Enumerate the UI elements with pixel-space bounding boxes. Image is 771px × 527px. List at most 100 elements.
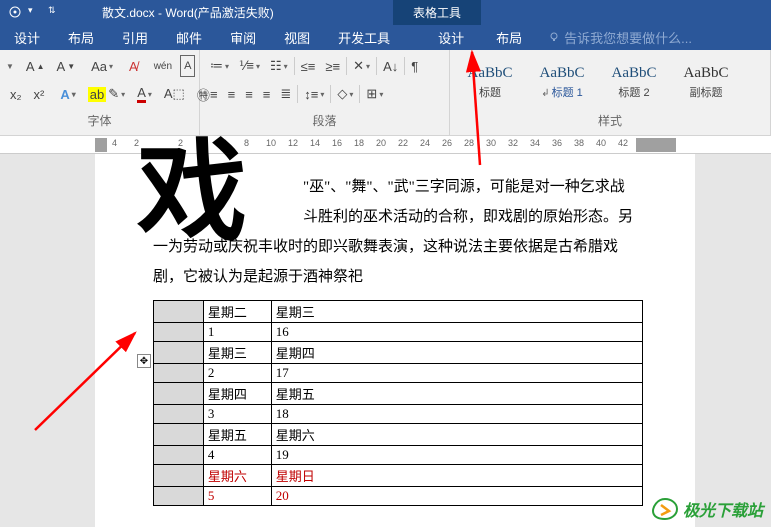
table-cell[interactable]: 16 (271, 323, 642, 342)
bulb-icon (548, 31, 560, 43)
table-cell[interactable] (154, 465, 204, 487)
table-cell[interactable]: 星期五 (203, 424, 271, 446)
styles-group-label: 样式 (456, 112, 764, 131)
table-cell[interactable]: 星期三 (203, 342, 271, 364)
touch-mode-icon[interactable] (8, 5, 22, 19)
table-cell[interactable] (154, 446, 204, 465)
phonetic-guide-button[interactable]: wén (150, 55, 176, 77)
horizontal-ruler[interactable]: 4 2 2 4 6 8 10 12 14 16 18 20 22 24 26 2… (0, 136, 771, 154)
table-cell[interactable]: 1 (203, 323, 271, 342)
table-cell[interactable]: 星期五 (271, 383, 642, 405)
table-row[interactable]: 星期五星期六 (154, 424, 643, 446)
char-shading-button[interactable]: A⬚ (160, 83, 189, 105)
numbering-button[interactable]: ⅟≡▾ (235, 55, 264, 77)
table-row[interactable]: 星期三星期四 (154, 342, 643, 364)
style-title[interactable]: AaBbC 标题 (456, 56, 524, 108)
align-left-button[interactable]: ≡ (206, 83, 222, 105)
multilevel-button[interactable]: ☷▾ (266, 55, 292, 77)
bullets-button[interactable]: ≔▾ (206, 55, 233, 77)
tell-me-search[interactable]: 告诉我您想要做什么... (548, 28, 692, 47)
table-cell[interactable] (154, 301, 204, 323)
table-cell[interactable] (154, 323, 204, 342)
table-cell[interactable]: 18 (271, 405, 642, 424)
sort-button[interactable]: A↓ (379, 55, 402, 77)
style-subtitle[interactable]: AaBbC 副标题 (672, 56, 740, 108)
logo-icon (651, 497, 679, 521)
table-tools-tab: 表格工具 (393, 0, 481, 25)
clear-format-button[interactable]: A̸ (125, 55, 142, 77)
table-row[interactable]: 318 (154, 405, 643, 424)
font-color-button[interactable]: A▾ (133, 83, 156, 105)
table-cell[interactable]: 3 (203, 405, 271, 424)
highlight-button[interactable]: ab✎▾ (84, 83, 129, 105)
shrink-font-button[interactable]: A▼ (53, 55, 80, 77)
table-cell[interactable]: 20 (271, 487, 642, 506)
table-cell[interactable]: 星期三 (271, 301, 642, 323)
table-row[interactable]: 星期四星期五 (154, 383, 643, 405)
title-bar: ▾ ⇅ 散文.docx - Word(产品激活失败) 表格工具 (0, 0, 771, 24)
tab-mailings[interactable]: 邮件 (162, 24, 216, 51)
shading-button[interactable]: ◇▾ (333, 83, 357, 105)
styles-group: AaBbC 标题 AaBbC ↲标题 1 AaBbC 标题 2 AaBbC 副标… (450, 50, 771, 135)
text-direction-button[interactable]: ✕▾ (349, 55, 374, 77)
tab-design[interactable]: 设计 (0, 24, 54, 51)
table-row[interactable]: 419 (154, 446, 643, 465)
font-dropdown-icon[interactable]: ▼ (6, 62, 14, 71)
tab-view[interactable]: 视图 (270, 24, 324, 51)
watermark-logo: 极光下载站 (651, 497, 763, 521)
document-area: 4 2 2 4 6 8 10 12 14 16 18 20 22 24 26 2… (0, 136, 771, 527)
tab-references[interactable]: 引用 (108, 24, 162, 51)
style-heading1[interactable]: AaBbC ↲标题 1 (528, 56, 596, 108)
table-row[interactable]: 星期六星期日 (154, 465, 643, 487)
table-cell[interactable]: 星期日 (271, 465, 642, 487)
table-cell[interactable] (154, 405, 204, 424)
char-border-button[interactable]: A (180, 55, 195, 77)
tab-table-layout[interactable]: 布局 (480, 24, 538, 51)
borders-button[interactable]: ⊞▾ (362, 83, 387, 105)
paragraph-line[interactable]: 剧，它被认为是起源于酒神祭祀 (153, 262, 637, 292)
drop-cap-char[interactable]: 戏 (137, 136, 247, 262)
tab-developer[interactable]: 开发工具 (324, 24, 404, 51)
table-row[interactable]: 116 (154, 323, 643, 342)
qat-dropdown-icon[interactable]: ▾ (28, 5, 42, 19)
align-justify-button[interactable]: ≡ (259, 83, 275, 105)
show-marks-button[interactable]: ¶ (407, 55, 422, 77)
document-page[interactable]: 戏 "巫"、"舞"、"武"三字同源，可能是对一种乞求战 斗胜利的巫术活动的合称，… (95, 154, 695, 527)
increase-indent-button[interactable]: ≥≡ (321, 55, 344, 77)
table-row[interactable]: 217 (154, 364, 643, 383)
superscript-button[interactable]: x² (30, 83, 49, 105)
align-center-button[interactable]: ≡ (224, 83, 240, 105)
table-cell[interactable]: 5 (203, 487, 271, 506)
table-cell[interactable]: 2 (203, 364, 271, 383)
table-cell[interactable]: 17 (271, 364, 642, 383)
align-right-button[interactable]: ≡ (241, 83, 257, 105)
tab-review[interactable]: 审阅 (216, 24, 270, 51)
style-heading2[interactable]: AaBbC 标题 2 (600, 56, 668, 108)
table-cell[interactable] (154, 487, 204, 506)
table-cell[interactable] (154, 364, 204, 383)
line-spacing-button[interactable]: ↕≡▾ (300, 83, 328, 105)
table-cell[interactable]: 星期二 (203, 301, 271, 323)
table-cell[interactable]: 星期六 (271, 424, 642, 446)
tab-table-design[interactable]: 设计 (422, 24, 480, 51)
table-cell[interactable] (154, 424, 204, 446)
table-cell[interactable] (154, 383, 204, 405)
table-row[interactable]: 星期二星期三 (154, 301, 643, 323)
table-cell[interactable]: 星期四 (203, 383, 271, 405)
tab-layout[interactable]: 布局 (54, 24, 108, 51)
table-cell[interactable]: 星期四 (271, 342, 642, 364)
table-cell[interactable]: 19 (271, 446, 642, 465)
table-cell[interactable]: 4 (203, 446, 271, 465)
table-cell[interactable] (154, 342, 204, 364)
text-effects-button[interactable]: A▾ (56, 83, 79, 105)
qat-more-icon[interactable]: ⇅ (48, 5, 62, 19)
table-row[interactable]: 520 (154, 487, 643, 506)
subscript-button[interactable]: x₂ (6, 83, 26, 105)
change-case-button[interactable]: Aa▾ (87, 55, 117, 77)
align-distribute-button[interactable]: ≣ (276, 83, 295, 105)
table-move-handle[interactable]: ✥ (137, 354, 151, 368)
grow-font-button[interactable]: A▲ (22, 55, 49, 77)
table-cell[interactable]: 星期六 (203, 465, 271, 487)
document-table[interactable]: 星期二星期三116星期三星期四217星期四星期五318星期五星期六419星期六星… (153, 300, 643, 506)
decrease-indent-button[interactable]: ≤≡ (297, 55, 320, 77)
